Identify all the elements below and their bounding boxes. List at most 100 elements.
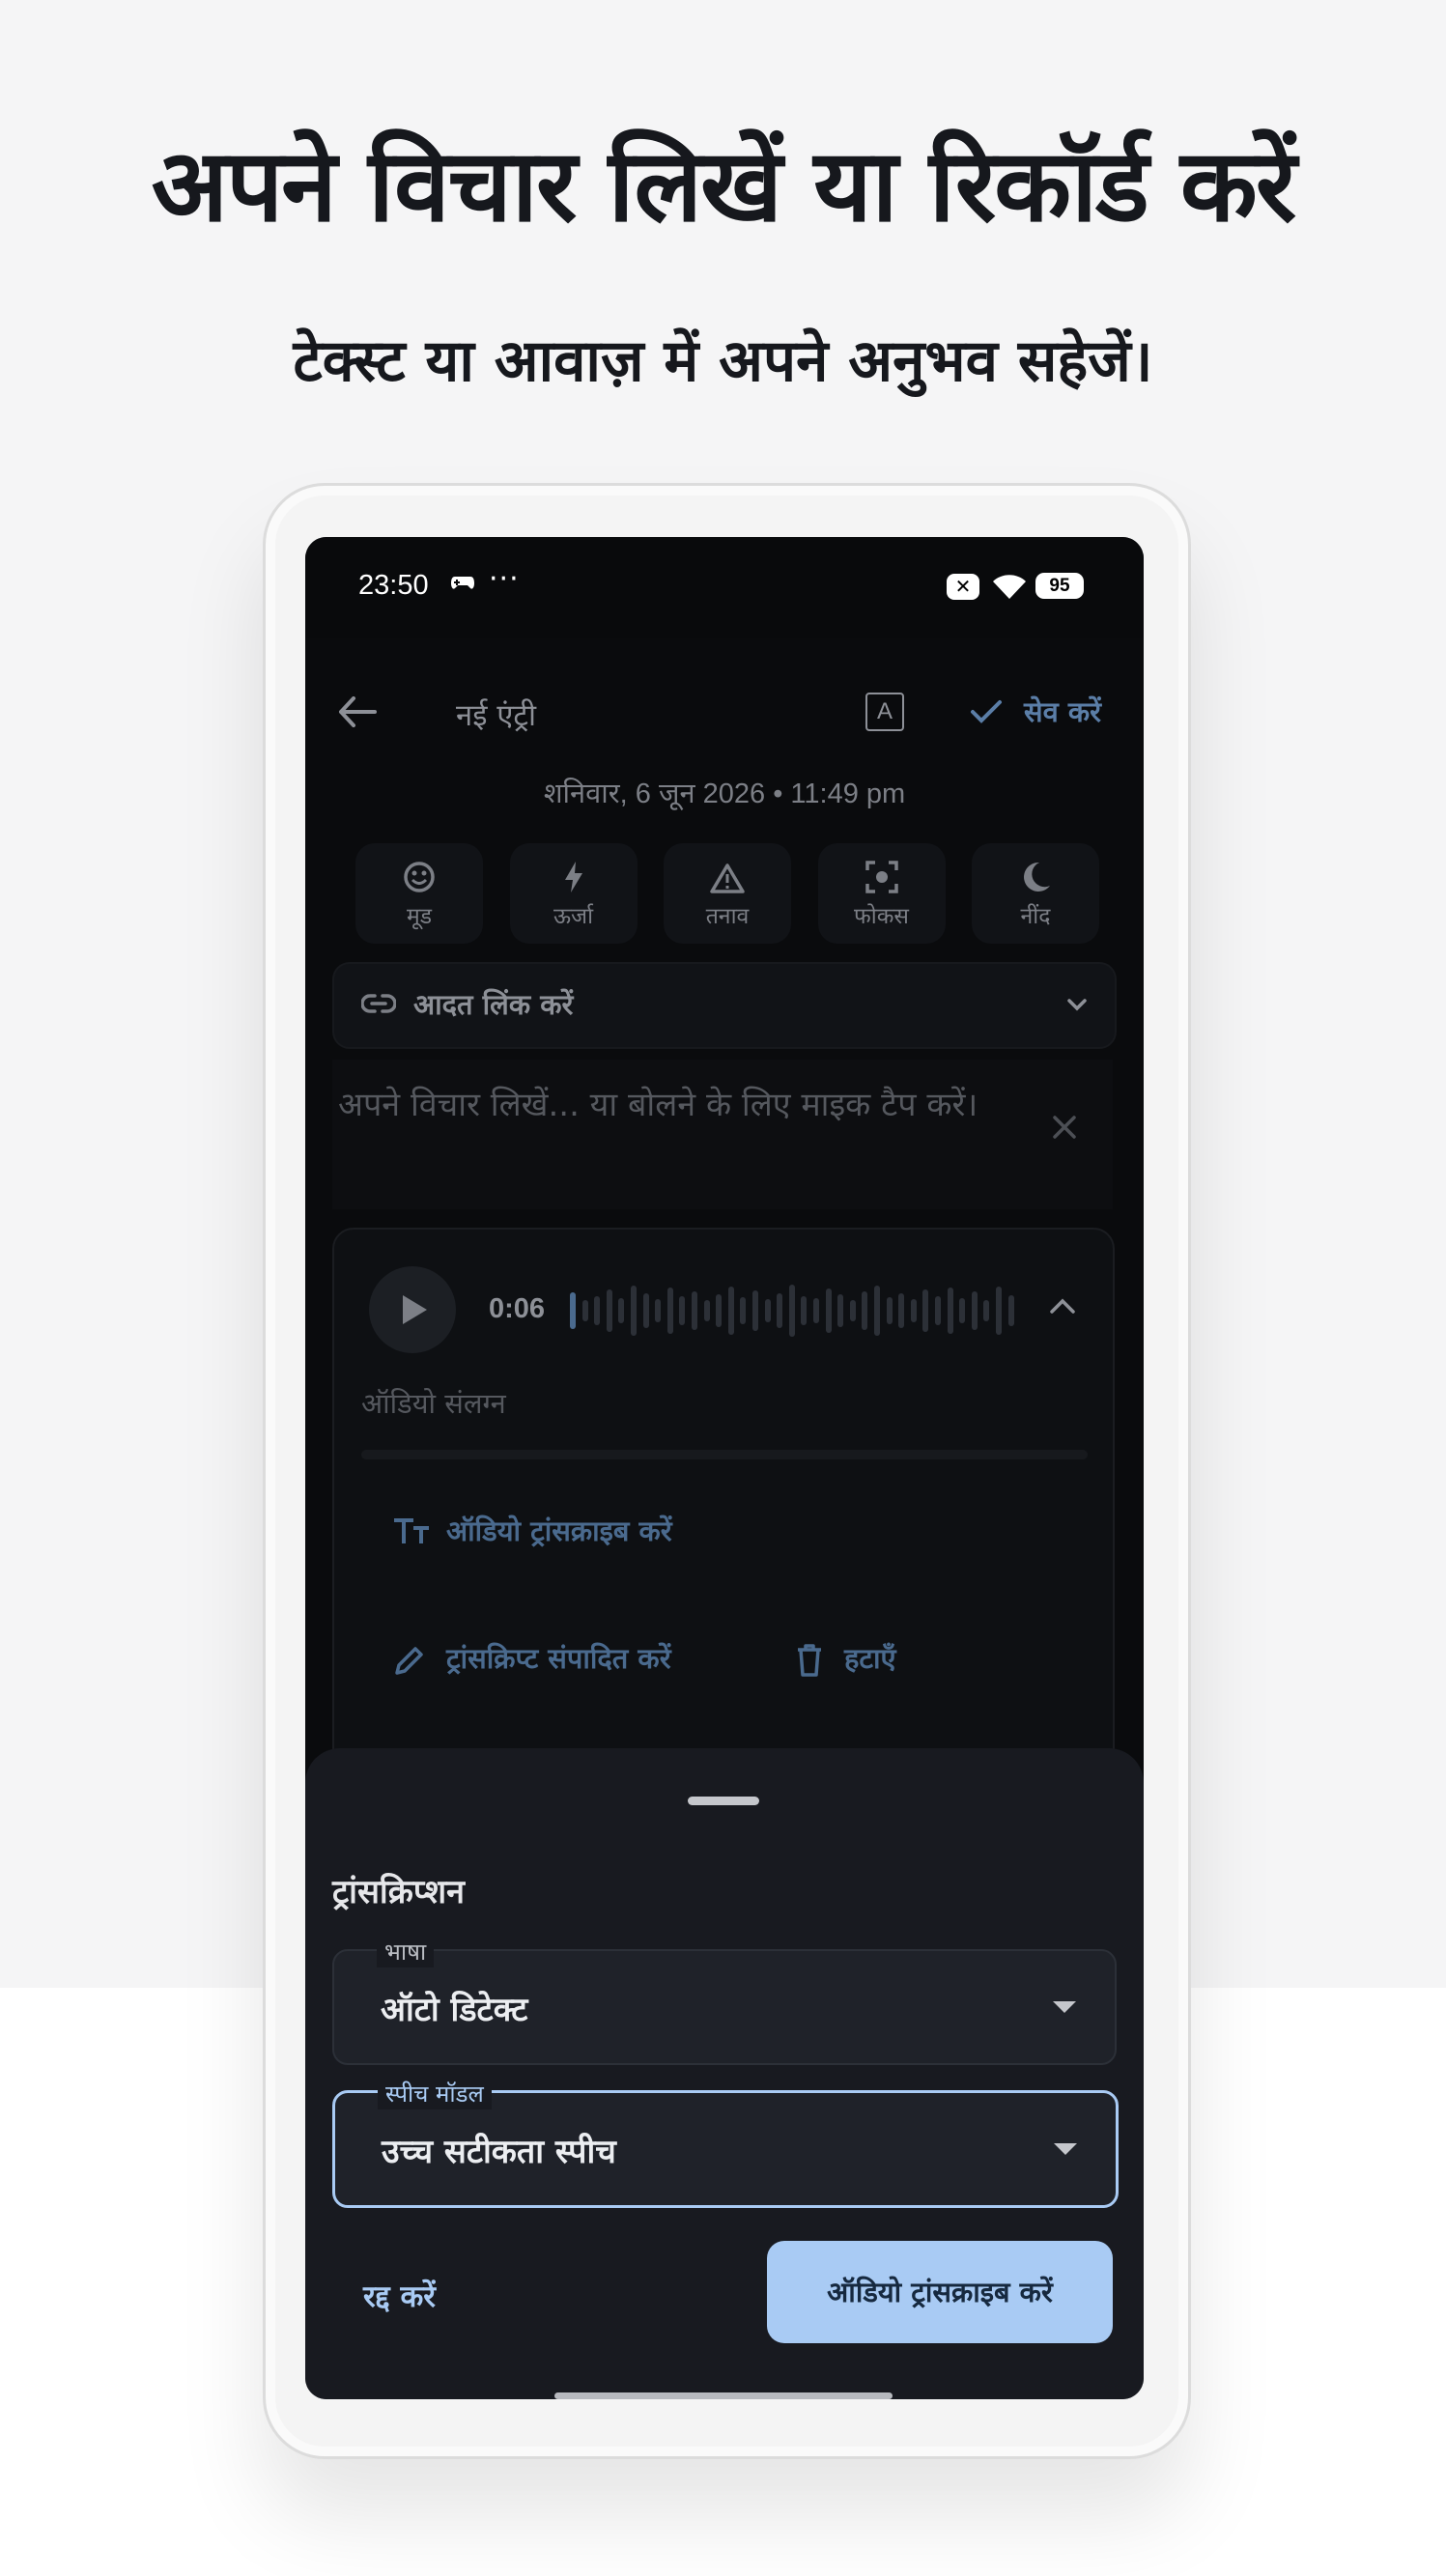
play-button[interactable] bbox=[369, 1266, 456, 1353]
audio-progress-track[interactable] bbox=[361, 1450, 1088, 1459]
metric-chip-stress[interactable]: तनाव bbox=[664, 843, 791, 944]
waveform-bar bbox=[631, 1286, 637, 1336]
sheet-title: ट्रांसक्रिप्शन bbox=[332, 1873, 465, 1911]
waveform-bar bbox=[947, 1288, 953, 1334]
waveform-bar bbox=[764, 1299, 771, 1322]
waveform-bar bbox=[862, 1291, 868, 1330]
cancel-button[interactable]: रद्द करें bbox=[363, 2276, 436, 2316]
waveform-bar bbox=[959, 1298, 966, 1323]
habit-link-dropdown[interactable]: आदत लिंक करें bbox=[332, 962, 1117, 1049]
waveform-bar bbox=[849, 1300, 856, 1321]
battery-indicator: 95 bbox=[1035, 573, 1084, 599]
transcription-bottom-sheet: ट्रांसक्रिप्शन भाषा ऑटो डिटेक्ट स्पीच मॉ… bbox=[305, 1748, 1144, 2399]
metric-label: मूड bbox=[406, 904, 433, 929]
confirm-transcribe-button[interactable]: ऑडियो ट्रांसक्राइब करें bbox=[767, 2241, 1113, 2343]
phone-screen: 23:50 ··· ✕ 95 नई एंट्री A सेव करें शनिव… bbox=[305, 537, 1144, 2399]
entry-date: शनिवार, 6 जून 2026 • 11:49 pm bbox=[543, 778, 906, 809]
note-placeholder: अपने विचार लिखें... या बोलने के लिए माइक… bbox=[338, 1086, 978, 1124]
page-title: नई एंट्री bbox=[456, 698, 537, 733]
save-button[interactable]: सेव करें bbox=[1024, 693, 1101, 730]
audio-waveform[interactable] bbox=[570, 1280, 1024, 1342]
text-format-icon[interactable]: A bbox=[865, 693, 904, 731]
language-select[interactable]: भाषा ऑटो डिटेक्ट bbox=[332, 1936, 1117, 2065]
waveform-bar bbox=[570, 1292, 576, 1329]
waveform-bar bbox=[935, 1296, 941, 1325]
waveform-bar bbox=[642, 1293, 649, 1328]
language-value: ऑटो डिटेक्ट bbox=[381, 1991, 528, 2029]
audio-attached-label: ऑडियो संलग्न bbox=[361, 1387, 506, 1420]
waveform-bar bbox=[874, 1286, 880, 1336]
note-textarea[interactable]: अपने विचार लिखें... या बोलने के लिए माइक… bbox=[332, 1060, 1113, 1209]
edit-transcript-button[interactable]: ट्रांसक्रिप्ट संपादित करें bbox=[446, 1639, 671, 1677]
status-time: 23:50 bbox=[358, 570, 429, 601]
waveform-bar bbox=[679, 1296, 686, 1325]
waveform-bar bbox=[983, 1300, 990, 1321]
waveform-bar bbox=[910, 1299, 917, 1322]
text-size-icon bbox=[392, 1517, 431, 1548]
wifi-icon bbox=[991, 572, 1028, 605]
waveform-bar bbox=[996, 1287, 1002, 1335]
waveform-bar bbox=[655, 1299, 662, 1322]
clear-icon[interactable] bbox=[1051, 1114, 1078, 1145]
waveform-bar bbox=[886, 1297, 893, 1324]
moon-icon bbox=[1024, 862, 1050, 892]
waveform-bar bbox=[801, 1296, 808, 1325]
transcribe-audio-button[interactable]: ऑडियो ट्रांसक्राइब करें bbox=[446, 1512, 672, 1549]
back-arrow-icon[interactable] bbox=[338, 696, 377, 731]
metric-chip-energy[interactable]: ऊर्जा bbox=[509, 843, 638, 944]
audio-duration: 0:06 bbox=[489, 1293, 546, 1324]
waveform-bar bbox=[618, 1298, 625, 1323]
bolt-icon bbox=[564, 862, 582, 892]
metric-label: फोकस bbox=[854, 904, 909, 929]
waveform-bar bbox=[666, 1288, 673, 1334]
metric-chip-sleep[interactable]: नींद bbox=[972, 843, 1099, 944]
smile-icon bbox=[404, 862, 435, 892]
waveform-bar bbox=[837, 1294, 844, 1327]
waveform-bar bbox=[581, 1300, 588, 1321]
waveform-bar bbox=[703, 1300, 710, 1321]
waveform-bar bbox=[813, 1298, 819, 1323]
promo-subline: टेक्स्ट या आवाज़ में अपने अनुभव सहेजें। bbox=[293, 327, 1153, 395]
metric-chip-mood[interactable]: मूड bbox=[355, 843, 483, 944]
language-label: भाषा bbox=[377, 1936, 435, 1967]
waveform-bar bbox=[825, 1288, 832, 1333]
focus-icon bbox=[865, 861, 898, 893]
metric-label: ऊर्जा bbox=[553, 904, 594, 929]
chevron-up-icon[interactable] bbox=[1049, 1297, 1076, 1318]
speech-model-select[interactable]: स्पीच मॉडल उच्च सटीकता स्पीच bbox=[332, 2078, 1119, 2208]
status-dots: ··· bbox=[489, 562, 520, 596]
waveform-bar bbox=[922, 1289, 929, 1332]
metric-label: तनाव bbox=[705, 904, 750, 929]
check-icon[interactable] bbox=[970, 699, 1003, 728]
status-bar: 23:50 ··· ✕ 95 bbox=[305, 537, 1144, 638]
audio-attachment-card: 0:06 ऑडियो संलग्न ऑडियो ट्रांसक्राइब करे… bbox=[332, 1228, 1115, 1772]
metric-label: नींद bbox=[1020, 904, 1051, 929]
notification-close-icon: ✕ bbox=[947, 574, 979, 600]
gamepad-icon bbox=[450, 572, 475, 597]
speech-model-label: स्पीच मॉडल bbox=[378, 2078, 492, 2109]
pencil-icon bbox=[392, 1645, 425, 1682]
link-icon bbox=[360, 993, 397, 1018]
waveform-bar bbox=[1007, 1295, 1014, 1326]
warning-icon bbox=[710, 863, 745, 893]
remove-audio-button[interactable]: हटाएँ bbox=[844, 1639, 896, 1677]
waveform-bar bbox=[606, 1289, 612, 1332]
trash-icon bbox=[796, 1643, 823, 1682]
promo-headline: अपने विचार लिखें या रिकॉर्ड करें bbox=[151, 127, 1297, 244]
play-icon bbox=[403, 1295, 427, 1324]
waveform-bar bbox=[752, 1290, 758, 1331]
waveform-bar bbox=[594, 1296, 601, 1325]
speech-model-value: उच्च सटीकता स्पीच bbox=[382, 2133, 616, 2171]
habit-link-label: आदत लिंक करें bbox=[413, 988, 574, 1021]
waveform-bar bbox=[692, 1291, 697, 1330]
waveform-bar bbox=[971, 1291, 978, 1330]
gesture-nav-bar[interactable] bbox=[554, 2392, 893, 2399]
sheet-drag-handle[interactable] bbox=[688, 1797, 759, 1805]
metric-chip-focus[interactable]: फोकस bbox=[817, 843, 946, 944]
waveform-bar bbox=[788, 1285, 795, 1337]
waveform-bar bbox=[716, 1294, 723, 1327]
dropdown-arrow-icon bbox=[1053, 2001, 1076, 2013]
waveform-bar bbox=[777, 1293, 783, 1328]
waveform-bar bbox=[898, 1293, 905, 1328]
waveform-bar bbox=[740, 1297, 747, 1324]
